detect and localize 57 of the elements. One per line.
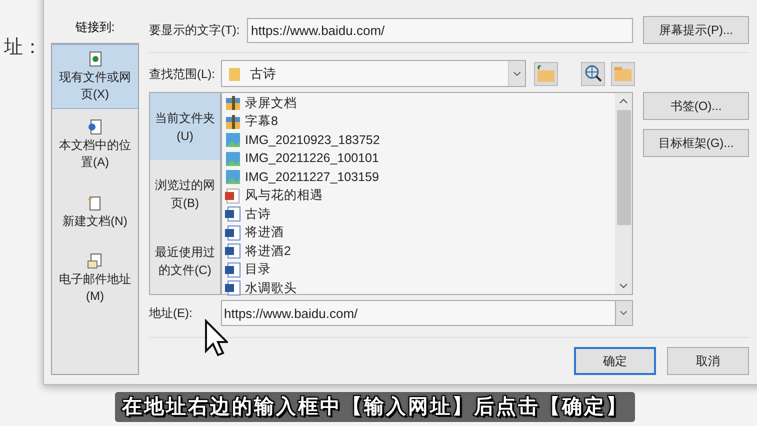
globe-search-icon <box>584 65 602 82</box>
image-file-icon <box>225 132 241 148</box>
screentip-button[interactable]: 屏幕提示(P)... <box>643 16 749 44</box>
look-in-value: 古诗 <box>250 64 276 83</box>
file-name[interactable]: IMG_20210923_183752 <box>245 130 380 150</box>
document-icon <box>87 194 103 210</box>
word-file-icon <box>225 262 241 278</box>
dropdown-caret-icon <box>508 61 525 86</box>
pdf-file-icon <box>225 188 241 204</box>
file-name[interactable]: 水调歌头 <box>245 278 297 298</box>
file-name[interactable]: 将进酒 <box>245 223 284 242</box>
up-folder-button[interactable] <box>534 62 558 86</box>
file-name[interactable]: 古诗 <box>245 204 271 224</box>
folder-file-icon <box>225 114 241 130</box>
field-label: 要显示的文字(T): <box>149 22 241 39</box>
address-field[interactable]: https://www.baidu.com/ <box>221 300 615 326</box>
look-in-dropdown[interactable]: 古诗 <box>221 60 526 87</box>
word-file-icon <box>225 206 241 222</box>
folder-icon <box>614 66 632 80</box>
document-icon <box>87 119 103 135</box>
file-name[interactable]: 目录 <box>245 260 271 280</box>
dialog-button[interactable]: 目标框架(G)... <box>643 129 749 157</box>
folder-up-icon <box>537 65 555 82</box>
browse-tab[interactable]: 浏览过的网页(B) <box>150 160 220 227</box>
link-type-item[interactable]: 本文档中的位置(A) <box>52 109 138 181</box>
subtitle-text: 在地址右边的输入框中【输入网址】后点击【确定】 <box>115 392 635 422</box>
display-text-field[interactable]: https://www.baidu.com/ <box>247 18 633 42</box>
dialog-button[interactable]: 书签(O)... <box>643 92 749 120</box>
link-type-item[interactable]: 新建文档(N) <box>52 181 138 243</box>
dropdown-caret-icon <box>615 300 633 326</box>
link-type-item[interactable]: 现有文件或网页(X) <box>52 44 138 109</box>
browse-tab[interactable]: 当前文件夹(U) <box>150 93 220 160</box>
link-type-item[interactable]: 电子邮件地址(M) <box>52 243 138 315</box>
field-label: 地址(E): <box>149 305 194 322</box>
folder-icon <box>228 66 242 82</box>
cancel-button[interactable]: 取消 <box>667 347 749 375</box>
browse-file-button[interactable] <box>611 62 635 86</box>
document-icon <box>87 50 103 66</box>
field-label: 查找范围(L): <box>149 66 216 82</box>
ok-button[interactable]: 确定 <box>574 347 656 375</box>
file-name[interactable]: 录屏文档 <box>245 94 297 113</box>
file-name[interactable]: IMG_20211227_103159 <box>245 168 379 187</box>
link-to-label: 链接到: <box>74 19 116 36</box>
document-icon <box>87 253 103 269</box>
mouse-pointer-icon <box>204 319 228 357</box>
file-name[interactable]: 风与花的相遇 <box>245 186 323 206</box>
document-text: 址： <box>4 36 42 60</box>
folder-file-icon <box>225 95 241 112</box>
word-file-icon <box>225 224 241 241</box>
file-name[interactable]: 字幕8 <box>245 112 278 132</box>
web-search-button[interactable] <box>581 62 605 86</box>
image-file-icon <box>225 169 241 186</box>
file-name[interactable]: 将进酒2 <box>245 242 291 261</box>
file-name[interactable]: IMG_20211226_100101 <box>245 149 379 168</box>
word-file-icon <box>225 243 241 260</box>
image-file-icon <box>225 150 241 167</box>
browse-tab[interactable]: 最近使用过的文件(C) <box>150 227 220 294</box>
